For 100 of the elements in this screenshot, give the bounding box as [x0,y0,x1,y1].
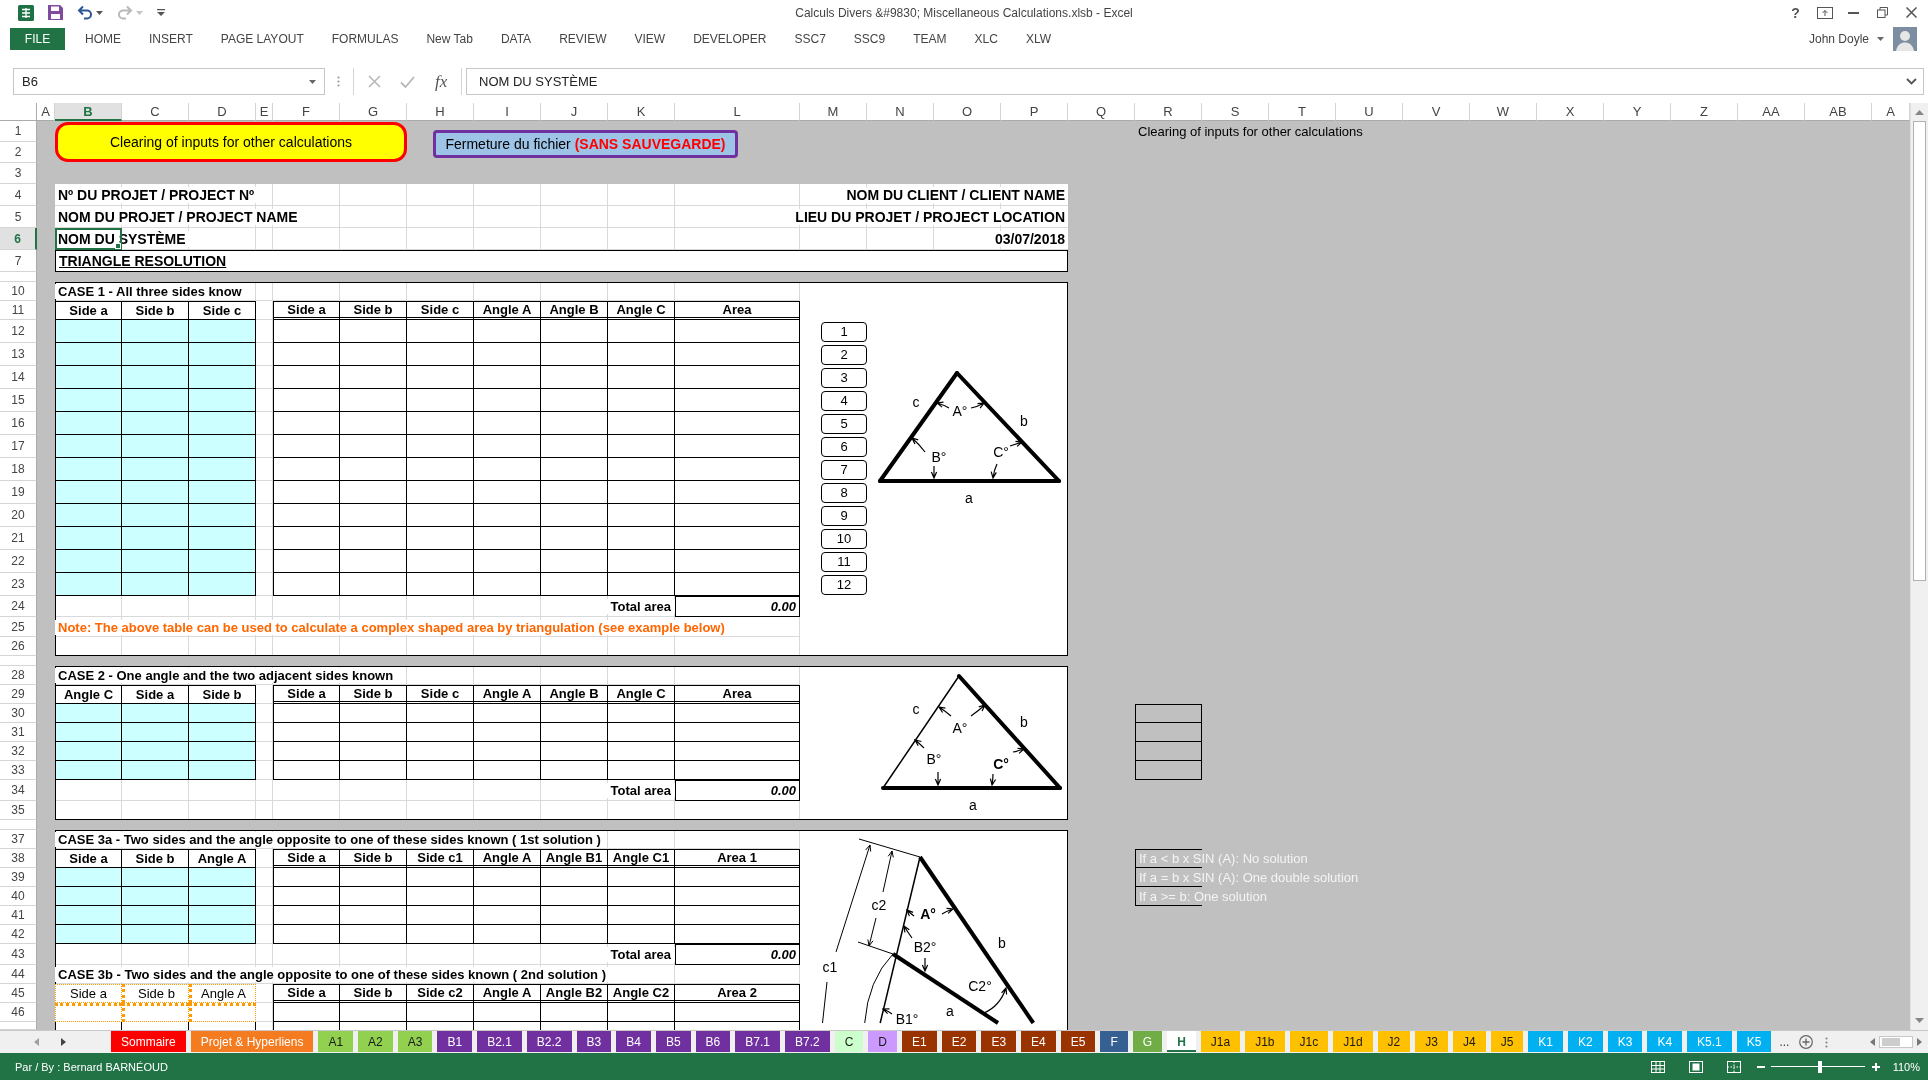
restore-icon[interactable] [1877,7,1888,18]
number-button[interactable]: 11 [821,551,867,572]
column-header[interactable]: Y [1604,103,1671,121]
sheet-tab[interactable]: B7.1 [735,1031,780,1052]
user-name[interactable]: John Doyle [1808,31,1869,46]
sheet-tab[interactable]: E4 [1021,1031,1056,1052]
column-header[interactable]: A [37,103,55,121]
sheet-tab[interactable]: E3 [981,1031,1017,1052]
input-field[interactable] [189,868,256,887]
input-field[interactable] [122,742,189,761]
row-header[interactable]: 10 [0,282,37,301]
column-header[interactable]: F [273,103,340,121]
down-arrow-icon[interactable] [1915,1018,1924,1023]
input-field[interactable] [122,573,189,596]
row-header[interactable]: 38 [0,849,37,868]
row-header[interactable]: 30 [0,704,37,723]
input-field[interactable] [189,320,256,343]
input-field[interactable] [122,761,189,780]
insert-function-button[interactable]: fx [434,71,448,92]
sheet-tab[interactable]: A3 [397,1031,433,1052]
row-header[interactable]: 40 [0,887,37,906]
sheet-tab[interactable]: E2 [941,1031,977,1052]
number-button[interactable]: 10 [821,528,867,549]
row-header[interactable]: 35 [0,801,37,820]
number-button[interactable]: 4 [821,390,867,411]
ribbon-tab[interactable]: SSC9 [839,27,900,50]
chevron-down-icon[interactable] [1906,78,1917,85]
ribbon-tab[interactable]: FORMULAS [317,27,413,50]
input-field[interactable] [55,1003,122,1022]
right-arrow-icon[interactable] [61,1038,66,1046]
sheet-tab[interactable]: J1b [1245,1031,1285,1052]
column-header[interactable]: J [541,103,608,121]
sheet-tab[interactable]: B6 [695,1031,731,1052]
row-header[interactable]: 42 [0,925,37,944]
column-header[interactable]: Z [1671,103,1738,121]
column-header[interactable]: Q [1068,103,1135,121]
sheet-tab[interactable]: E5 [1060,1031,1096,1052]
column-header[interactable]: AA [1738,103,1805,121]
horizontal-scrollbar[interactable] [1879,1036,1913,1048]
row-header[interactable]: 12 [0,320,37,343]
zoom-level-text[interactable]: 110% [1892,1060,1920,1073]
ribbon-tab[interactable]: New Tab [412,27,487,50]
input-field[interactable] [189,723,256,742]
row-header[interactable]: 23 [0,573,37,596]
sheet-tab[interactable]: H [1167,1031,1196,1052]
row-header[interactable]: 46 [0,1003,37,1022]
row-header[interactable]: 41 [0,906,37,925]
column-header[interactable]: V [1403,103,1470,121]
number-button[interactable]: 6 [821,436,867,457]
row-header[interactable]: 18 [0,458,37,481]
more-tabs-button[interactable]: ... [1779,1035,1790,1049]
column-header[interactable]: D [189,103,256,121]
input-field[interactable] [189,366,256,389]
input-field[interactable] [189,573,256,596]
input-field[interactable] [189,761,256,780]
row-header[interactable]: 34 [0,780,37,801]
input-field[interactable] [189,481,256,504]
row-header[interactable]: 2 [0,142,37,163]
sheet-tab[interactable]: J1d [1333,1031,1373,1052]
slider-thumb[interactable] [1817,1060,1822,1073]
row-header[interactable]: 39 [0,868,37,887]
row-header[interactable]: 22 [0,550,37,573]
ribbon-display-icon[interactable] [1816,6,1833,19]
row-header[interactable]: 29 [0,685,37,704]
input-field[interactable] [122,887,189,906]
input-field[interactable] [122,704,189,723]
column-header[interactable]: S [1202,103,1269,121]
ribbon-tab[interactable]: HOME [71,27,135,50]
column-header[interactable]: X [1537,103,1604,121]
file-tab[interactable]: FILE [10,27,65,50]
input-field[interactable] [55,389,122,412]
row-header[interactable]: 16 [0,412,37,435]
input-field[interactable] [55,458,122,481]
row-header[interactable]: 11 [0,301,37,320]
column-header[interactable]: U [1336,103,1403,121]
input-field[interactable] [55,761,122,780]
input-field[interactable] [55,343,122,366]
input-field[interactable] [55,868,122,887]
sheet-tab[interactable]: J2 [1377,1031,1411,1052]
sheet-tab[interactable]: J4 [1452,1031,1486,1052]
save-icon[interactable] [48,5,63,20]
input-field[interactable] [189,504,256,527]
row-header[interactable]: 1 [0,121,37,142]
scrollbar-thumb[interactable] [1882,1038,1900,1046]
name-box[interactable]: B6 [13,68,325,95]
column-header[interactable]: C [122,103,189,121]
ribbon-tab[interactable]: VIEW [620,27,680,50]
sheet-tab[interactable]: J3 [1415,1031,1448,1052]
formula-field[interactable]: NOM DU SYSTÈME [466,68,1924,95]
caret-icon[interactable] [309,79,316,84]
row-header[interactable]: 43 [0,944,37,965]
plus-icon[interactable] [1871,1062,1880,1071]
ribbon-tab[interactable]: DEVELOPER [679,27,781,50]
input-field[interactable] [122,435,189,458]
right-arrow-icon[interactable] [1917,1038,1922,1046]
clear-inputs-button[interactable]: Clearing of inputs for other calculations [55,122,407,162]
row-header[interactable]: 15 [0,389,37,412]
column-header[interactable]: I [474,103,541,121]
column-header[interactable]: K [608,103,675,121]
column-header[interactable]: O [934,103,1001,121]
